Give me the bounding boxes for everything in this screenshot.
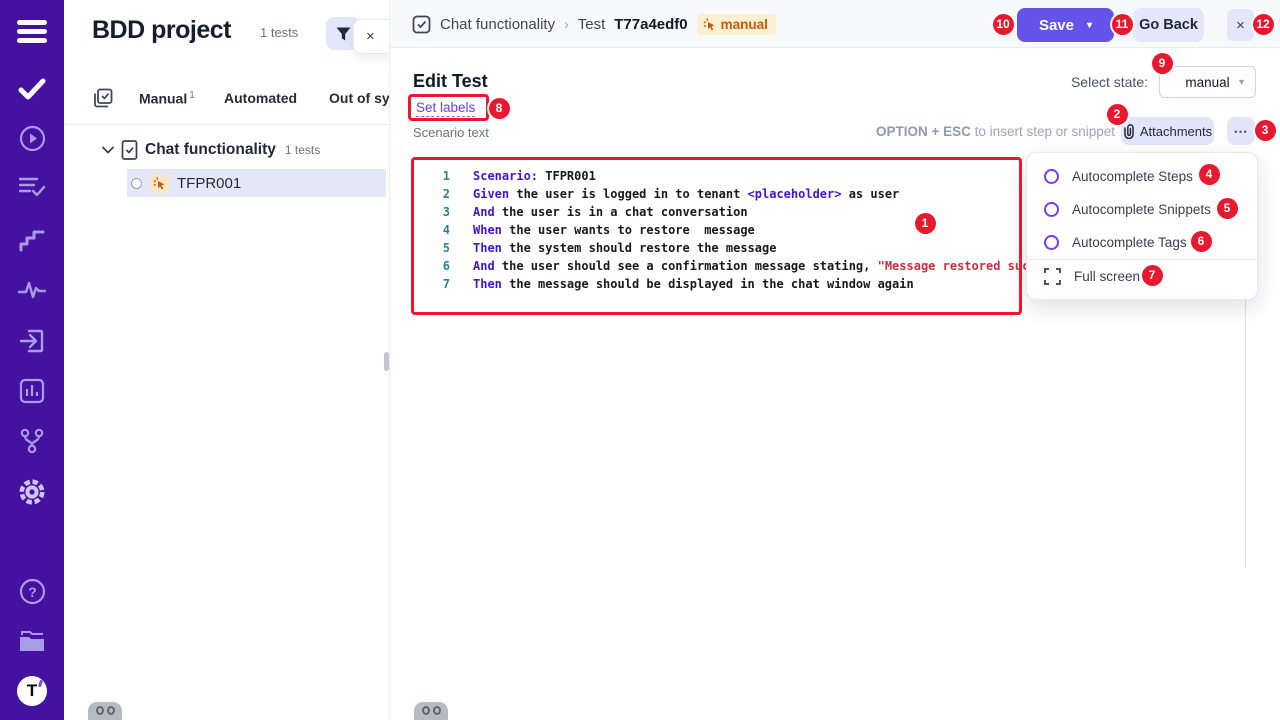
panel-scrollbar-thumb[interactable] (384, 352, 389, 371)
app-logo[interactable]: T (0, 676, 64, 706)
menu-item-autocomplete-tags[interactable]: Autocomplete Tags (1027, 226, 1257, 259)
projects-folder-icon[interactable] (0, 629, 64, 653)
breadcrumb-test-id: T77a4edf0 (614, 16, 687, 33)
panel-bottom-widget[interactable] (88, 702, 122, 720)
radio-icon[interactable] (1044, 169, 1059, 184)
test-radio[interactable] (131, 178, 142, 189)
select-all-icon[interactable] (93, 88, 113, 113)
tabs-divider (64, 124, 390, 125)
annotation-rect (408, 94, 489, 121)
test-plan-icon[interactable] (0, 176, 64, 198)
suite-doc-icon (121, 140, 138, 160)
annotation-circle-9: 9 (1152, 53, 1173, 74)
annotation-circle-8: 8 (489, 98, 510, 119)
go-back-button[interactable]: Go Back (1133, 8, 1204, 42)
tab-manual-count: 1 (189, 90, 195, 101)
paperclip-icon (1123, 124, 1135, 139)
breadcrumb-test-prefix: Test (578, 16, 606, 33)
suite-row[interactable]: Chat functionality 1 tests (102, 140, 320, 160)
pulse-icon[interactable] (0, 279, 64, 301)
menu-icon[interactable] (0, 20, 64, 43)
panel-close-popover[interactable]: × (353, 19, 390, 54)
project-panel: BDD project 1 tests × Manual1 Automated … (64, 0, 390, 720)
suite-label[interactable]: Chat functionality (145, 141, 276, 159)
run-icon[interactable] (0, 125, 64, 152)
close-icon: × (1236, 17, 1245, 34)
select-caret-icon: ▼ (1237, 77, 1246, 87)
tab-out-of-sync[interactable]: Out of sy (329, 90, 390, 106)
annotation-circle-3: 3 (1255, 120, 1276, 141)
settings-gear-icon[interactable] (0, 478, 64, 506)
attachments-button[interactable]: Attachments (1121, 117, 1214, 145)
steps-icon[interactable] (0, 228, 64, 252)
annotation-circle-10: 10 (993, 14, 1014, 35)
tab-automated[interactable]: Automated (224, 90, 297, 106)
radio-icon[interactable] (1044, 235, 1059, 250)
manual-test-badge-icon (150, 174, 169, 193)
funnel-icon (336, 27, 351, 41)
annotation-circle-4: 4 (1199, 164, 1220, 185)
chevron-down-icon[interactable] (102, 146, 114, 154)
app-sidebar: ? T (0, 0, 64, 720)
breadcrumb-separator: › (564, 16, 569, 32)
breadcrumb-suite[interactable]: Chat functionality (440, 16, 555, 33)
test-id-label[interactable]: TFPR001 (177, 175, 241, 192)
project-title: BDD project (92, 16, 231, 45)
fullscreen-icon (1044, 268, 1061, 285)
page-title: Edit Test (413, 71, 488, 92)
select-state-dropdown[interactable]: manual ▼ (1159, 66, 1256, 98)
app-window: ? T BDD project 1 tests × Manual1 Automa… (0, 0, 1280, 720)
annotation-circle-2: 2 (1107, 104, 1128, 125)
annotation-circle-11: 11 (1112, 14, 1133, 35)
annotation-rect (411, 157, 1022, 315)
menu-item-autocomplete-steps[interactable]: Autocomplete Steps (1027, 160, 1257, 193)
suite-test-count: 1 tests (285, 143, 320, 157)
project-test-count: 1 tests (260, 25, 298, 40)
state-badge: manual (697, 14, 776, 35)
ellipsis-icon: ⋯ (1234, 123, 1249, 140)
more-options-button[interactable]: ⋯ (1227, 117, 1255, 145)
help-icon[interactable]: ? (0, 578, 64, 605)
panel-close-icon[interactable]: × (366, 28, 375, 45)
close-button[interactable]: × (1227, 9, 1254, 41)
editor-shortcut-hint: OPTION + ESC to insert step or snippet (390, 124, 1115, 139)
tab-manual[interactable]: Manual1 (139, 90, 195, 107)
select-state-label: Select state: (1071, 74, 1148, 90)
main-area: Chat functionality › Test T77a4edf0 manu… (390, 0, 1280, 720)
annotation-circle-6: 6 (1191, 231, 1212, 252)
annotation-circle-7: 7 (1142, 265, 1163, 286)
test-row-selected[interactable]: TFPR001 (127, 169, 386, 197)
annotation-circle-1: 1 (915, 213, 936, 234)
save-button[interactable]: Save ▾ (1017, 8, 1114, 42)
branch-icon[interactable] (0, 428, 64, 454)
save-dropdown-caret[interactable]: ▾ (1087, 20, 1092, 31)
breadcrumb: Chat functionality › Test T77a4edf0 manu… (412, 0, 776, 48)
import-icon[interactable] (0, 328, 64, 354)
manual-cursor-icon (703, 18, 716, 31)
annotation-circle-5: 5 (1217, 198, 1238, 219)
topbar: Chat functionality › Test T77a4edf0 manu… (390, 0, 1280, 48)
main-bottom-widget[interactable] (414, 702, 448, 720)
tests-check-icon[interactable] (0, 77, 64, 101)
svg-text:?: ? (28, 584, 37, 600)
panel-tabs: Manual1 Automated Out of sy (64, 84, 390, 124)
breadcrumb-test-icon (412, 15, 431, 34)
annotation-circle-12: 12 (1253, 14, 1274, 35)
radio-icon[interactable] (1044, 202, 1059, 217)
analytics-icon[interactable] (0, 378, 64, 404)
logo-letter: T (27, 681, 37, 701)
state-badge-label: manual (721, 17, 768, 32)
